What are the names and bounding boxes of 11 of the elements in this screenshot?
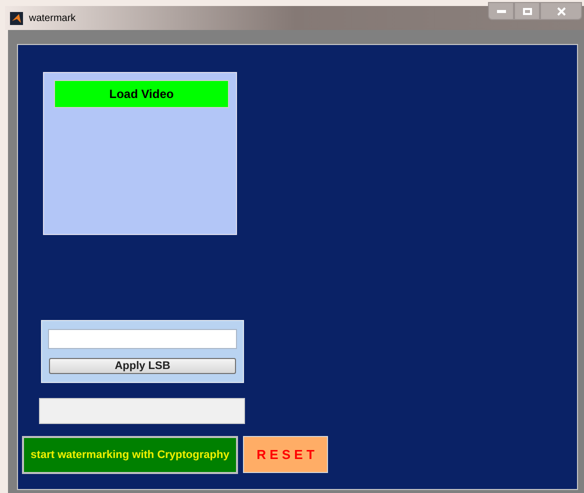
apply-lsb-button[interactable]: Apply LSB xyxy=(49,358,236,374)
load-video-button[interactable]: Load Video xyxy=(54,80,229,108)
close-icon xyxy=(556,6,566,16)
close-button[interactable] xyxy=(540,2,582,20)
minimize-button[interactable] xyxy=(488,2,514,20)
app-icon xyxy=(10,12,23,24)
window-title: watermark xyxy=(29,12,76,26)
start-watermarking-button[interactable]: start watermarking with Cryptography xyxy=(22,436,238,474)
output-field[interactable] xyxy=(39,398,245,424)
maximize-button[interactable] xyxy=(514,2,540,20)
input-field[interactable] xyxy=(48,329,237,349)
